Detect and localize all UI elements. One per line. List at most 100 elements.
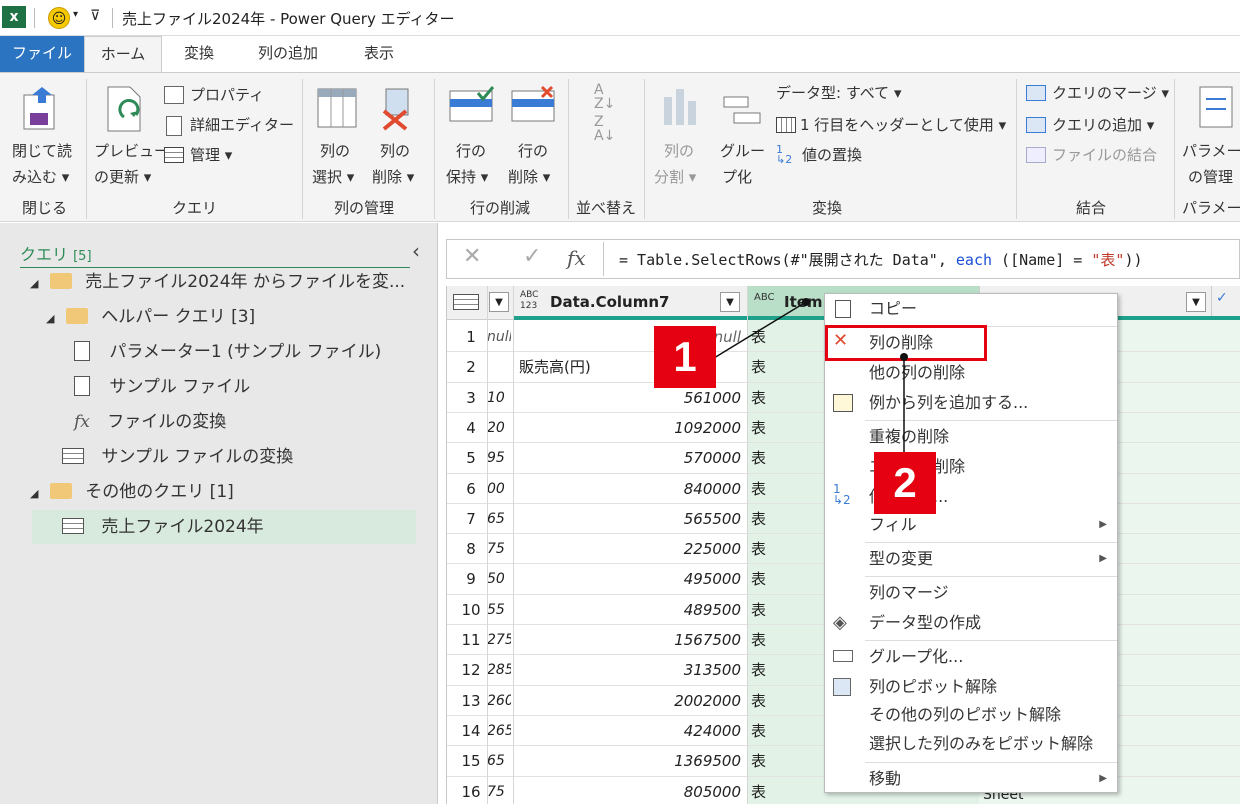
sort-descending-icon[interactable]: Z A↓ xyxy=(594,115,615,143)
menu-item-change-type[interactable]: 型の変更 xyxy=(869,544,933,574)
grid-cell[interactable]: 表 xyxy=(751,474,811,504)
grid-cell[interactable]: 表 xyxy=(751,443,811,473)
grid-cell[interactable]: 10 xyxy=(487,383,511,413)
query-item-parameter1[interactable]: パラメーター1 (サンプル ファイル) xyxy=(74,337,381,367)
query-folder-helper[interactable]: ◢ ヘルパー クエリ [3] xyxy=(46,302,255,332)
menu-item-copy[interactable]: コピー xyxy=(869,294,917,324)
formula-input[interactable]: = Table.SelectRows(#"展開された Data", each (… xyxy=(619,249,1143,270)
grid-cell[interactable]: 表 xyxy=(751,504,811,534)
menu-item-add-from-examples[interactable]: 例から列を追加する... xyxy=(869,388,1028,418)
grid-cell[interactable]: 表 xyxy=(751,746,811,776)
cancel-icon[interactable]: ✕ xyxy=(463,244,481,269)
grid-cell[interactable]: 表 xyxy=(751,383,811,413)
grid-cell[interactable]: 表 xyxy=(751,716,811,746)
grid-cell[interactable]: null xyxy=(487,322,511,352)
choose-columns-button[interactable]: 列の 選択 ▾ xyxy=(310,81,364,189)
function-icon[interactable]: fx xyxy=(567,246,586,270)
grid-cell[interactable]: 570000 xyxy=(519,443,741,473)
manage-button[interactable]: 管理 ▾ xyxy=(162,143,262,169)
remove-rows-button[interactable]: 行の 削除 ▾ xyxy=(506,81,562,189)
grid-cell[interactable]: 表 xyxy=(751,655,811,685)
menu-item-remove-other-columns[interactable]: 他の列の削除 xyxy=(869,358,965,388)
append-queries-button[interactable]: クエリの追加 ▾ xyxy=(1024,113,1174,139)
dropdown-icon[interactable]: ▾ xyxy=(73,9,78,20)
collapse-icon[interactable]: ◢ xyxy=(30,487,38,500)
grid-cell[interactable]: 55 xyxy=(487,595,511,625)
filter-dropdown-icon[interactable]: ▼ xyxy=(489,292,509,312)
grid-cell[interactable]: 65 xyxy=(487,504,511,534)
query-item-transform-file[interactable]: fx ファイルの変換 xyxy=(74,407,226,437)
sort-ascending-icon[interactable]: A Z↓ xyxy=(594,83,615,111)
menu-item-create-data-type[interactable]: データ型の作成 xyxy=(869,608,981,638)
use-first-row-header-button[interactable]: 1 行目をヘッダーとして使用 ▾ xyxy=(774,113,1014,139)
manage-parameters-button[interactable]: パラメーター の管理 xyxy=(1180,81,1240,189)
grid-cell[interactable]: 275 xyxy=(487,625,511,655)
grid-cell[interactable]: 00 xyxy=(487,474,511,504)
menu-item-move[interactable]: 移動 xyxy=(869,764,901,794)
menu-item-merge-columns[interactable]: 列のマージ xyxy=(869,578,949,608)
replace-values-button[interactable]: 1 ↳2 値の置換 xyxy=(774,143,934,169)
menu-item-unpivot-other[interactable]: その他の列のピボット解除 xyxy=(869,700,1061,730)
group-by-button[interactable]: グルー プ化 xyxy=(714,81,770,189)
customize-icon[interactable]: ⊽ xyxy=(90,8,100,24)
smiley-icon[interactable]: ☺ xyxy=(48,7,70,29)
menu-item-group-by[interactable]: グループ化... xyxy=(869,642,963,672)
remove-columns-button[interactable]: 列の 削除 ▾ xyxy=(370,81,424,189)
grid-cell[interactable]: 1567500 xyxy=(519,625,741,655)
grid-cell[interactable]: 285 xyxy=(487,655,511,685)
properties-button[interactable]: プロパティ xyxy=(162,83,292,109)
grid-cell[interactable]: 表 xyxy=(751,534,811,564)
grid-cell[interactable]: 75 xyxy=(487,534,511,564)
grid-cell[interactable]: 424000 xyxy=(519,716,741,746)
grid-cell[interactable]: 565500 xyxy=(519,504,741,534)
query-item-sample-file[interactable]: サンプル ファイル xyxy=(74,372,250,402)
split-column-button[interactable]: 列の 分割 ▾ xyxy=(652,81,708,189)
grid-cell[interactable]: 65 xyxy=(487,746,511,776)
query-item-selected[interactable]: 売上ファイル2024年 xyxy=(32,510,416,544)
menu-item-fill[interactable]: フィル xyxy=(869,510,917,540)
grid-cell[interactable]: 313500 xyxy=(519,655,741,685)
grid-cell[interactable]: 95 xyxy=(487,443,511,473)
menu-item-unpivot-selected[interactable]: 選択した列のみをピボット解除 xyxy=(869,729,1093,759)
grid-cell[interactable]: 表 xyxy=(751,777,811,804)
collapse-icon[interactable]: ◢ xyxy=(30,277,38,290)
menu-item-unpivot[interactable]: 列のピボット解除 xyxy=(869,672,997,702)
grid-cell[interactable]: 2002000 xyxy=(519,686,741,716)
advanced-editor-button[interactable]: 詳細エディター xyxy=(162,113,302,139)
tab-file[interactable]: ファイル xyxy=(0,36,84,72)
grid-cell[interactable]: 805000 xyxy=(519,777,741,804)
refresh-preview-button[interactable]: プレビュー の更新 ▾ xyxy=(92,81,169,189)
collapse-pane-icon[interactable]: ‹ xyxy=(412,239,420,263)
grid-cell[interactable]: 489500 xyxy=(519,595,741,625)
grid-cell[interactable]: 495000 xyxy=(519,564,741,594)
merge-queries-button[interactable]: クエリのマージ ▾ xyxy=(1024,81,1174,107)
grid-cell[interactable]: 表 xyxy=(751,595,811,625)
grid-cell[interactable]: 表 xyxy=(751,625,811,655)
grid-cell[interactable] xyxy=(487,352,511,382)
grid-cell[interactable]: 75 xyxy=(487,777,511,804)
combine-files-button[interactable]: ファイルの結合 xyxy=(1024,143,1174,169)
grid-cell[interactable]: 1092000 xyxy=(519,413,741,443)
query-item-transform-sample[interactable]: サンプル ファイルの変換 xyxy=(62,442,293,472)
grid-cell[interactable]: 表 xyxy=(751,413,811,443)
keep-rows-button[interactable]: 行の 保持 ▾ xyxy=(444,81,500,189)
grid-cell[interactable]: 260 xyxy=(487,686,511,716)
collapse-icon[interactable]: ◢ xyxy=(46,312,54,325)
commit-icon[interactable]: ✓ xyxy=(523,244,541,269)
grid-cell[interactable]: 225000 xyxy=(519,534,741,564)
grid-cell[interactable]: 20 xyxy=(487,413,511,443)
grid-cell[interactable]: 265 xyxy=(487,716,511,746)
query-folder-1[interactable]: ◢ 売上ファイル2024年 からファイルを変... xyxy=(30,267,405,297)
tab-home[interactable]: ホーム xyxy=(84,36,162,73)
tab-add-column[interactable]: 列の追加 xyxy=(238,36,338,72)
filter-dropdown-icon[interactable]: ▼ xyxy=(1186,292,1206,312)
tab-view[interactable]: 表示 xyxy=(344,36,414,72)
table-menu-icon[interactable] xyxy=(453,294,479,310)
grid-cell[interactable]: 表 xyxy=(751,564,811,594)
grid-cell[interactable]: 50 xyxy=(487,564,511,594)
data-type-button[interactable]: データ型: すべて ▾ xyxy=(774,81,974,107)
tab-transform[interactable]: 変換 xyxy=(164,36,234,72)
query-folder-other[interactable]: ◢ その他のクエリ [1] xyxy=(30,477,234,507)
grid-cell[interactable]: 1369500 xyxy=(519,746,741,776)
grid-cell[interactable]: 表 xyxy=(751,686,811,716)
